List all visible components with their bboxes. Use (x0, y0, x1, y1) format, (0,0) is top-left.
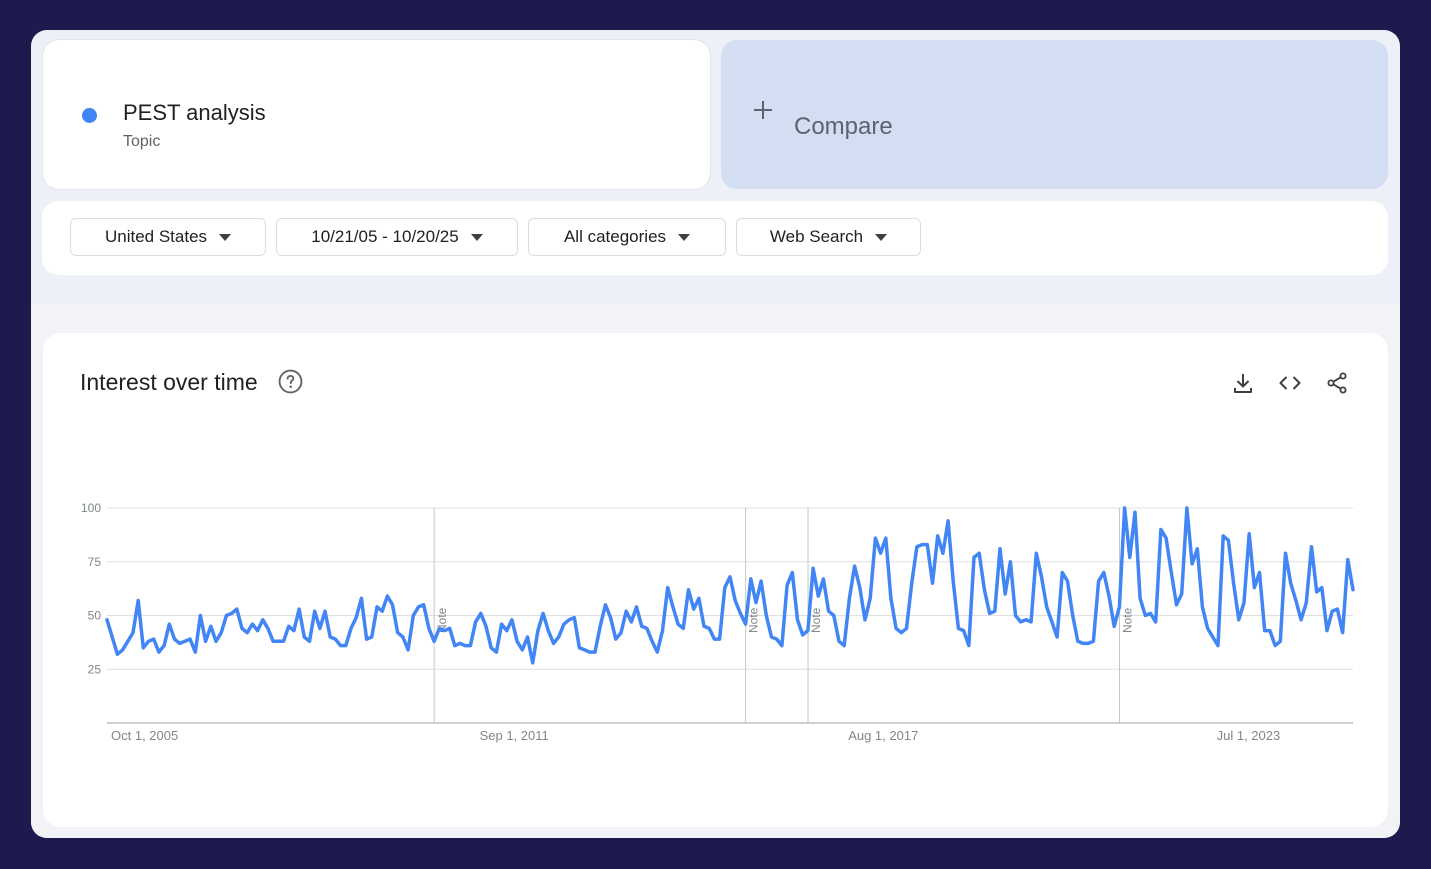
search-term-type: Topic (123, 133, 161, 150)
chevron-down-icon (219, 233, 232, 241)
x-tick-label: Sep 1, 2011 (480, 728, 549, 743)
category-value: All categories (563, 227, 667, 246)
plus-icon (754, 101, 772, 119)
chevron-down-icon (875, 233, 888, 241)
compare-label: Compare (794, 113, 893, 140)
compare-button[interactable]: Compare (721, 40, 1388, 189)
y-tick-label: 100 (81, 501, 101, 515)
y-tick-label: 25 (88, 662, 102, 676)
date-range-dropdown[interactable]: 10/21/05 - 10/20/25 (276, 218, 518, 256)
interest-over-time-card: Interest over time 25 50 75 100 Note Note Note… (43, 333, 1388, 827)
filter-bar: United States 10/21/05 - 10/20/25 All ca… (42, 201, 1388, 275)
search-property-value: Web Search (769, 227, 864, 246)
line-chart: 255075100Note Note Note NoteOct 1, 2005 Sep … (81, 501, 1355, 743)
category-dropdown[interactable]: All categories (528, 218, 726, 256)
search-term-name: PEST analysis (123, 100, 266, 125)
series-line (105, 506, 1355, 665)
x-tick-label: Jul 1, 2023 (1217, 728, 1281, 743)
date-range-value: 10/21/05 - 10/20/25 (311, 227, 459, 246)
chevron-down-icon (678, 233, 691, 241)
note-marker-label: Note (1120, 607, 1134, 633)
region-dropdown[interactable]: United States (70, 218, 266, 256)
series-color-dot (82, 108, 97, 123)
y-tick-label: 75 (88, 555, 102, 569)
trends-panel: PEST analysis Topic Compare United State… (31, 30, 1400, 838)
x-tick-label: Oct 1, 2005 (111, 728, 178, 743)
search-property-dropdown[interactable]: Web Search (736, 218, 921, 256)
search-term-card[interactable]: PEST analysis Topic (43, 40, 710, 189)
chevron-down-icon (470, 233, 483, 241)
x-tick-label: Aug 1, 2017 (848, 728, 918, 743)
region-value: United States (104, 227, 208, 246)
y-tick-label: 50 (88, 609, 102, 623)
